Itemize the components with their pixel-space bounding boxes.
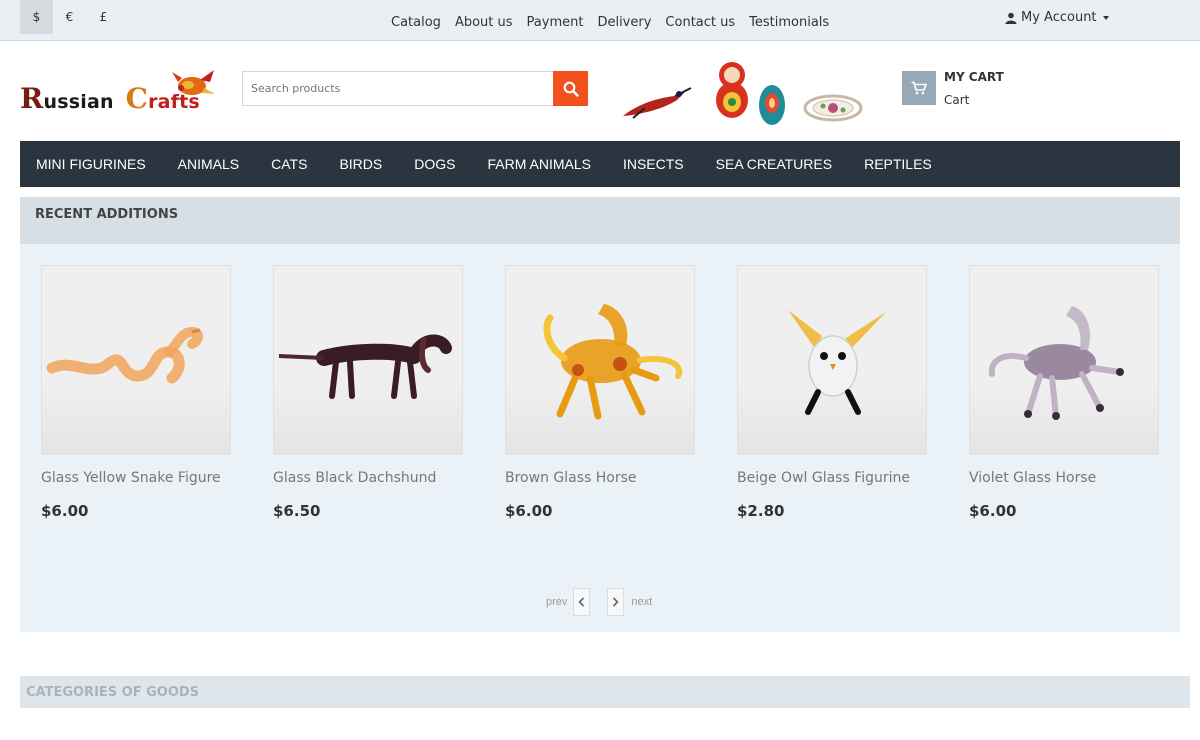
dachshund-figurine-image <box>278 334 452 399</box>
pager-next-label[interactable]: next <box>631 596 652 608</box>
top-nav-testimonials[interactable]: Testimonials <box>749 15 829 30</box>
top-bar: $ € £ Catalog About us Payment Delivery … <box>0 0 1200 41</box>
chevron-right-icon <box>613 597 620 607</box>
recent-additions-title: RECENT ADDITIONS <box>35 207 179 222</box>
product-price: $6.00 <box>969 502 1017 520</box>
nav-sea-creatures[interactable]: SEA CREATURES <box>716 156 832 172</box>
search-button[interactable] <box>553 71 588 106</box>
product-name[interactable]: Glass Black Dachshund <box>273 470 463 486</box>
search-input[interactable] <box>242 71 553 106</box>
product-image[interactable] <box>505 265 695 455</box>
cart-icon <box>911 81 927 95</box>
top-nav: Catalog About us Payment Delivery Contac… <box>391 15 843 30</box>
product-name[interactable]: Beige Owl Glass Figurine <box>737 470 927 486</box>
top-nav-catalog[interactable]: Catalog <box>391 15 441 30</box>
cart-link[interactable]: Cart <box>944 93 969 107</box>
product-image[interactable] <box>737 265 927 455</box>
product-price: $6.00 <box>41 502 89 520</box>
product-card[interactable]: Brown Glass Horse $6.00 <box>505 265 695 520</box>
product-card[interactable]: Violet Glass Horse $6.00 <box>969 265 1159 520</box>
nav-animals[interactable]: ANIMALS <box>178 156 239 172</box>
nav-dogs[interactable]: DOGS <box>414 156 455 172</box>
my-account-label: My Account <box>1021 10 1097 25</box>
nav-cats[interactable]: CATS <box>271 156 307 172</box>
brooch-icon <box>803 94 863 122</box>
pager-next-button[interactable] <box>607 588 625 616</box>
product-name[interactable]: Glass Yellow Snake Figure <box>41 470 231 486</box>
product-card[interactable]: Glass Black Dachshund $6.50 <box>273 265 463 520</box>
amber-horse-figurine-image <box>543 304 683 420</box>
product-card[interactable]: Beige Owl Glass Figurine $2.80 <box>737 265 927 520</box>
violet-horse-figurine-image <box>988 306 1124 420</box>
my-account-menu[interactable]: My Account <box>1005 10 1109 25</box>
product-price: $6.50 <box>273 502 321 520</box>
product-image[interactable] <box>41 265 231 455</box>
nav-mini-figurines[interactable]: MINI FIGURINES <box>36 156 146 172</box>
top-nav-about[interactable]: About us <box>455 15 513 30</box>
product-image[interactable] <box>969 265 1159 455</box>
caret-down-icon <box>1102 15 1109 20</box>
product-card[interactable]: Glass Yellow Snake Figure $6.00 <box>41 265 231 520</box>
chevron-left-icon <box>578 597 585 607</box>
currency-gbp[interactable]: £ <box>87 0 120 34</box>
bird-figurine-icon <box>623 87 692 119</box>
main-nav: MINI FIGURINES ANIMALS CATS BIRDS DOGS F… <box>20 141 1180 187</box>
painted-egg-icon <box>759 85 785 125</box>
top-nav-delivery[interactable]: Delivery <box>597 15 651 30</box>
nav-insects[interactable]: INSECTS <box>623 156 684 172</box>
pager-prev-button[interactable] <box>573 588 591 616</box>
pager-prev-label[interactable]: prev <box>546 596 567 608</box>
search-bar <box>242 71 588 106</box>
currency-eur[interactable]: € <box>53 0 86 34</box>
cart-title: MY CART <box>944 70 1004 84</box>
product-image[interactable] <box>273 265 463 455</box>
site-logo[interactable]: Russian Crafts <box>20 66 220 120</box>
nav-reptiles[interactable]: REPTILES <box>864 156 932 172</box>
logo-c: C <box>125 82 149 115</box>
logo-r: R <box>20 82 44 115</box>
product-price: $2.80 <box>737 502 785 520</box>
top-nav-contact[interactable]: Contact us <box>665 15 735 30</box>
user-icon <box>1005 12 1017 24</box>
firebird-logo-icon <box>172 70 215 95</box>
snake-figurine-image <box>46 326 203 384</box>
product-name[interactable]: Brown Glass Horse <box>505 470 695 486</box>
product-name[interactable]: Violet Glass Horse <box>969 470 1159 486</box>
matryoshka-icon <box>716 62 748 118</box>
categories-title: CATEGORIES OF GOODS <box>26 685 200 700</box>
currency-usd[interactable]: $ <box>20 0 53 34</box>
search-icon <box>563 81 579 97</box>
pagination: prev next <box>546 588 652 616</box>
recent-additions-header: RECENT ADDITIONS <box>20 197 1180 244</box>
header-souvenirs-image <box>623 62 863 125</box>
owl-figurine-image <box>788 310 886 415</box>
logo-ussian: ussian <box>43 91 114 113</box>
top-nav-payment[interactable]: Payment <box>527 15 584 30</box>
nav-birds[interactable]: BIRDS <box>339 156 382 172</box>
nav-farm-animals[interactable]: FARM ANIMALS <box>487 156 590 172</box>
categories-header: CATEGORIES OF GOODS <box>20 676 1190 708</box>
recent-additions-section: RECENT ADDITIONS Glass Yellow Snake Figu… <box>20 197 1180 632</box>
cart-button[interactable] <box>902 71 936 105</box>
product-price: $6.00 <box>505 502 553 520</box>
